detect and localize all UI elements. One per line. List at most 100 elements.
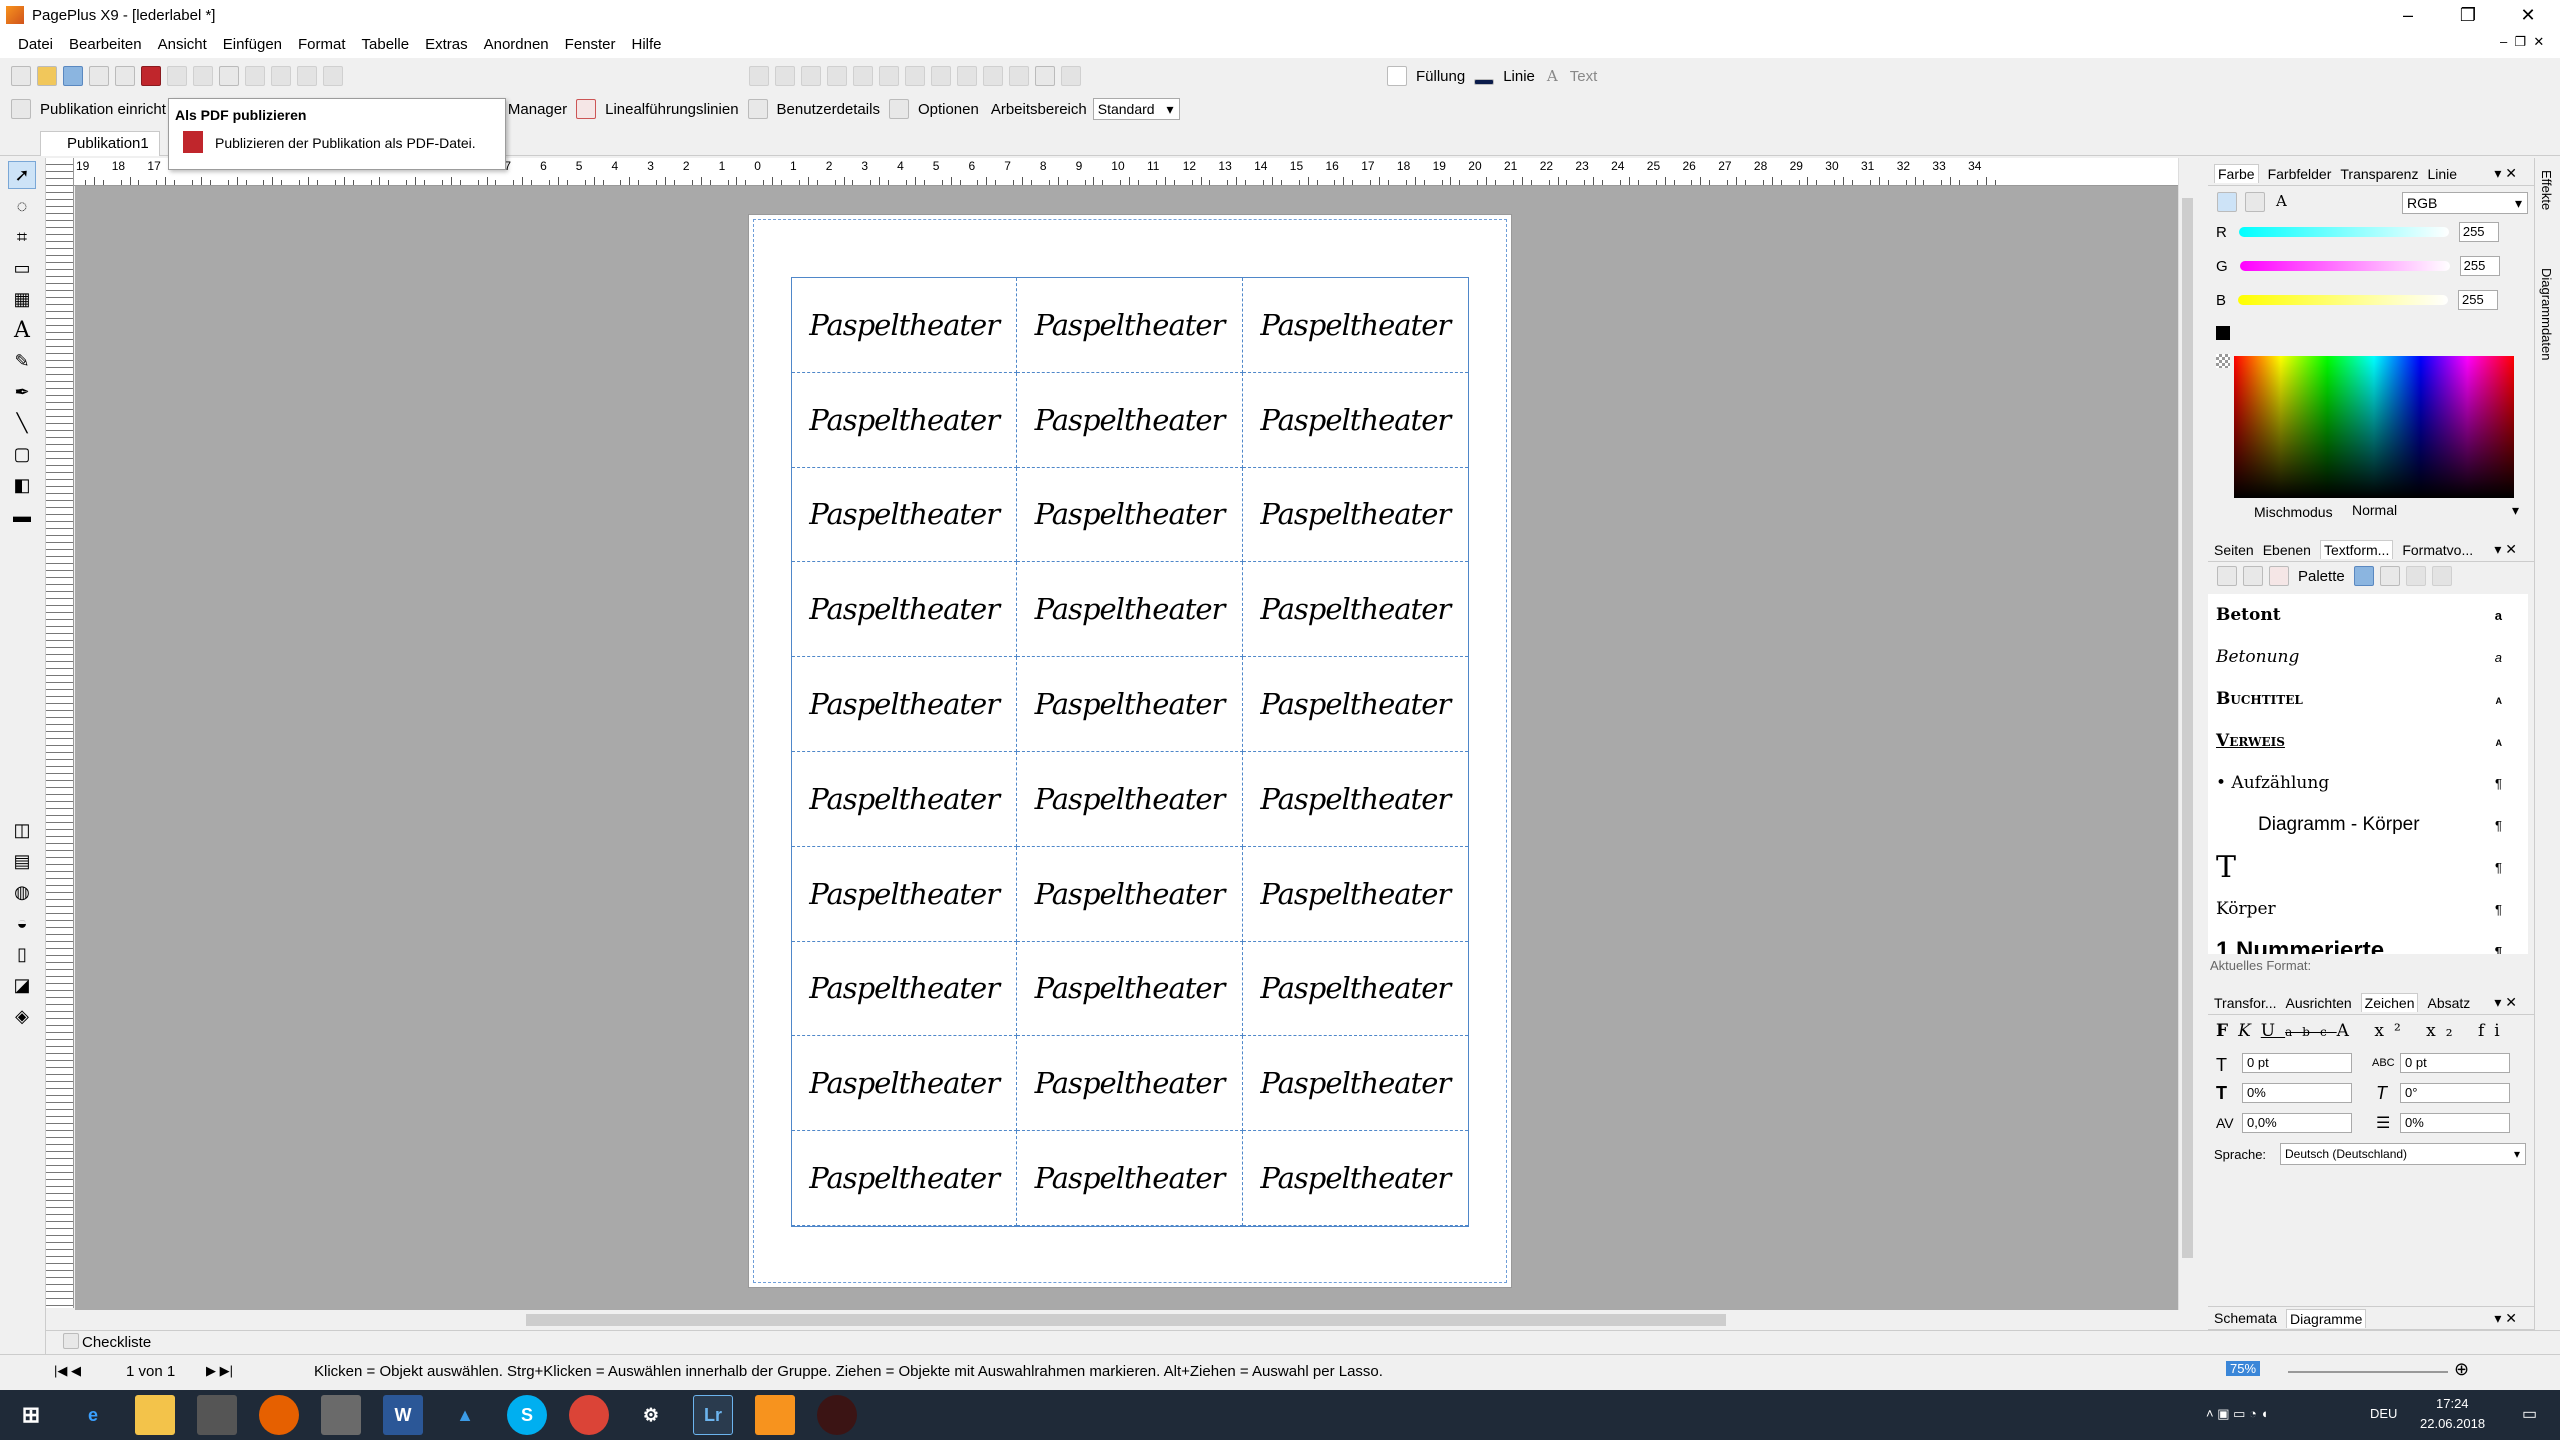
tab-seiten[interactable]: Seiten — [2214, 542, 2254, 558]
firefox-icon[interactable] — [259, 1395, 299, 1435]
label-cell[interactable]: Paspeltheater — [792, 846, 1018, 942]
mdi-controls[interactable]: – ❐ ✕ — [2500, 34, 2544, 50]
zoom-slider[interactable] — [2288, 1371, 2448, 1373]
horizontal-scrollbar[interactable] — [46, 1310, 2178, 1330]
style-initial[interactable]: T ¶ — [2208, 846, 2508, 888]
label-cell[interactable]: Paspeltheater — [792, 941, 1018, 1037]
style-aufzaehlung[interactable]: • Aufzählung ¶ — [2208, 762, 2508, 804]
menu-datei[interactable]: Datei — [10, 36, 61, 53]
picture-tool-icon[interactable]: ▬ — [8, 502, 36, 530]
label-cell[interactable]: Paspeltheater — [792, 562, 1018, 658]
schema-close-icon[interactable]: ▾ ✕ — [2494, 1310, 2517, 1327]
panel-close-icon[interactable]: ▾ ✕ — [2494, 165, 2517, 182]
palette-icon[interactable] — [2269, 566, 2289, 586]
fill-swatch-icon[interactable] — [1387, 66, 1407, 86]
table-icon[interactable] — [1035, 66, 1055, 86]
label-cell[interactable]: Paspeltheater — [1242, 1036, 1468, 1132]
r-value[interactable]: 255 — [2458, 222, 2499, 242]
style-diagramm-koerper[interactable]: Diagramm - Körper ¶ — [2208, 804, 2508, 846]
stamp-tool-icon[interactable]: ◍ — [8, 878, 36, 906]
unlock-icon[interactable] — [957, 66, 977, 86]
label-cell[interactable]: Paspeltheater — [1242, 1131, 1468, 1226]
horizontal-scroll-thumb[interactable] — [526, 1314, 1726, 1326]
font-size-field[interactable]: 0 pt — [2242, 1053, 2352, 1073]
tab-farbe[interactable]: Farbe — [2214, 164, 2259, 183]
line-mode-icon[interactable] — [2245, 192, 2265, 212]
fill-tool-icon[interactable]: ◧ — [8, 471, 36, 499]
notification-icon[interactable]: ▭ — [2522, 1404, 2537, 1424]
guides-icon[interactable] — [576, 99, 597, 119]
tray-time[interactable]: 17:24 — [2436, 1396, 2469, 1411]
menu-fenster[interactable]: Fenster — [557, 36, 624, 53]
scale-field[interactable]: 0% — [2242, 1083, 2352, 1103]
explorer-icon[interactable] — [135, 1395, 175, 1435]
skype-icon[interactable]: S — [507, 1395, 547, 1435]
transparency-tool-icon[interactable]: ◈ — [8, 1002, 36, 1030]
tab-absatz[interactable]: Absatz — [2427, 995, 2470, 1011]
label-cell[interactable]: Paspeltheater — [792, 657, 1018, 752]
style-new-icon[interactable] — [2217, 566, 2237, 586]
options-label[interactable]: Optionen — [918, 101, 979, 118]
tab-linie[interactable]: Linie — [2427, 166, 2457, 182]
label-cell[interactable]: Paspeltheater — [1242, 847, 1468, 942]
setup-label[interactable]: Publikation einricht — [40, 101, 166, 118]
tab-textformate[interactable]: Textform... — [2319, 540, 2394, 559]
menu-bearbeiten[interactable]: Bearbeiten — [61, 36, 150, 53]
label-cell[interactable]: Paspeltheater — [1242, 752, 1468, 847]
group-icon[interactable] — [775, 66, 795, 86]
style-nummerierte[interactable]: 1 Nummerierte ¶ — [2208, 930, 2508, 954]
tab-transform[interactable]: Transfor... — [2214, 995, 2277, 1011]
user-details-icon[interactable] — [747, 99, 768, 119]
ungroup-icon[interactable] — [801, 66, 821, 86]
palette-label[interactable]: Palette — [2298, 568, 2345, 585]
tab-effekte[interactable]: Effekte — [2539, 170, 2554, 210]
character-close-icon[interactable]: ▾ ✕ — [2494, 994, 2517, 1011]
label-table[interactable]: Paspeltheater Paspeltheater Paspeltheater P… — [791, 277, 1469, 1227]
none-swatch[interactable] — [2216, 354, 2230, 368]
leading-field[interactable]: 0% — [2400, 1113, 2510, 1133]
page[interactable]: Paspeltheater Paspeltheater Paspeltheater P… — [748, 214, 1512, 1288]
copy-icon[interactable] — [193, 66, 213, 86]
pointer-tool-icon[interactable]: ➚ — [8, 161, 36, 189]
label-cell[interactable]: Paspeltheater — [1017, 941, 1243, 1037]
print-preview-icon[interactable] — [115, 66, 135, 86]
checklist-icon[interactable] — [63, 1333, 79, 1349]
transform-icon[interactable] — [1061, 66, 1081, 86]
tab-farbfelder[interactable]: Farbfelder — [2268, 166, 2332, 182]
page-setup-icon[interactable] — [11, 99, 31, 119]
manager-label[interactable]: Manager — [508, 101, 567, 118]
arrange-icon[interactable] — [827, 66, 847, 86]
label-cell[interactable]: Paspeltheater — [792, 1131, 1018, 1226]
style-betonung[interactable]: Betonung a — [2208, 636, 2508, 678]
publish-pdf-icon[interactable] — [141, 66, 161, 86]
style-options-icon[interactable] — [2431, 566, 2452, 586]
label-cell[interactable]: Paspeltheater — [1242, 562, 1468, 658]
text-styles-icon[interactable] — [2353, 566, 2374, 586]
menu-format[interactable]: Format — [290, 36, 354, 53]
options-icon[interactable] — [888, 99, 909, 119]
label-cell[interactable]: Paspeltheater — [1017, 657, 1243, 752]
label-cell[interactable]: Paspeltheater — [792, 1036, 1018, 1132]
label-cell[interactable]: Paspeltheater — [792, 467, 1018, 563]
format-buttons[interactable]: FKUabcA x² x₂ fi — [2216, 1021, 2510, 1041]
vertical-ruler[interactable] — [46, 158, 74, 1308]
recorder-icon[interactable] — [817, 1395, 857, 1435]
menu-einfuegen[interactable]: Einfügen — [215, 36, 290, 53]
frame-tool-icon[interactable]: ▭ — [8, 254, 36, 282]
new-file-icon[interactable] — [11, 66, 31, 86]
menu-extras[interactable]: Extras — [417, 36, 476, 53]
bucket-tool-icon[interactable]: ◒ — [8, 909, 36, 937]
user-details-label[interactable]: Benutzerdetails — [777, 101, 880, 118]
word-icon[interactable]: W — [383, 1395, 423, 1435]
b-slider[interactable] — [2238, 295, 2449, 305]
lasso-tool-icon[interactable]: ◌ — [8, 192, 36, 220]
label-cell[interactable]: Paspeltheater — [1017, 752, 1243, 847]
save-icon[interactable] — [63, 66, 83, 86]
tab-diagramme[interactable]: Diagramme — [2286, 1308, 2367, 1328]
crop-tool-icon[interactable]: ⌗ — [8, 223, 36, 251]
b-value[interactable]: 255 — [2458, 290, 2499, 310]
style-edit-icon[interactable] — [2243, 566, 2263, 586]
maximize-button[interactable]: ❐ — [2438, 0, 2498, 30]
align-icon[interactable] — [749, 66, 769, 86]
rotate-icon[interactable] — [853, 66, 873, 86]
